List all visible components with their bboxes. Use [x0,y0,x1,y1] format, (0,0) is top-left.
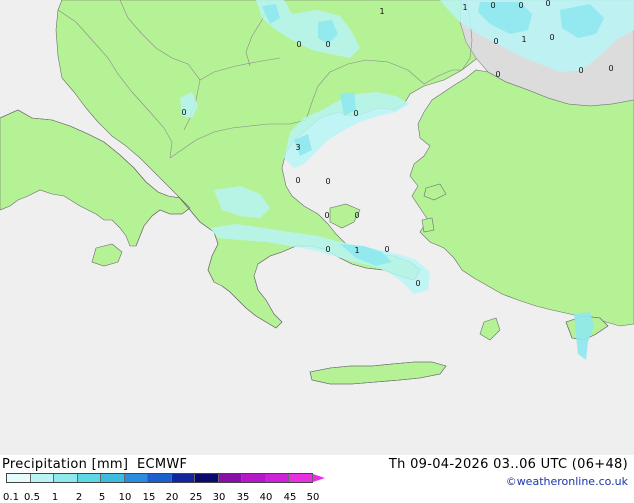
point-value: 1 [521,35,526,44]
point-value: 0 [325,40,330,49]
scale-swatch [7,474,31,482]
point-value: 0 [353,109,358,118]
precipitation-map: 1 1 0 0 0 1 0 0 0 0 0 0 0 0 0 3 0 0 0 0 … [0,0,634,455]
point-value: 0 [549,33,554,42]
scale-label: 50 [306,492,320,503]
island-chios [421,217,435,233]
point-value: 0 [354,211,359,220]
scale-label: 0.5 [24,492,40,503]
color-scale: 0.1 0.5 1 2 5 10 15 20 25 30 35 40 45 50 [3,473,325,503]
scale-swatch [77,474,101,482]
point-value: 0 [295,176,300,185]
scale-label: 40 [259,492,273,503]
point-value: 1 [379,7,384,16]
point-value: 0 [181,108,186,117]
point-value: 0 [545,0,550,8]
weather-map-screen: 1 1 0 0 0 1 0 0 0 0 0 0 0 0 0 3 0 0 0 0 … [0,0,634,503]
point-value: 1 [354,246,359,255]
scale-swatch [218,474,242,482]
point-value: 0 [608,64,613,73]
point-value: 0 [493,37,498,46]
scale-swatch [242,474,266,482]
scale-swatch [124,474,148,482]
scale-label: 45 [283,492,297,503]
map-title: Precipitation [mm] [2,457,129,472]
point-value: 0 [495,70,500,79]
scale-label: 1 [51,492,59,503]
model-name: ECMWF [137,457,188,472]
point-value: 3 [295,143,300,152]
scale-label: 2 [75,492,83,503]
point-value: 0 [578,66,583,75]
point-value: 0 [296,40,301,49]
point-value: 0 [325,245,330,254]
scale-swatch [171,474,195,482]
scale-label: 0.1 [3,492,19,503]
scale-label: 25 [189,492,203,503]
point-value: 0 [325,177,330,186]
map-footer: Precipitation [mm] ECMWF Th 09-04-2026 0… [0,455,634,503]
point-value: 0 [490,1,495,10]
scale-swatch [54,474,78,482]
scale-label: 30 [212,492,226,503]
point-value: 0 [384,245,389,254]
scale-swatch [101,474,125,482]
scale-arrow [312,474,325,482]
scale-swatch [30,474,54,482]
point-value: 1 [462,3,467,12]
point-value: 0 [415,279,420,288]
point-value: 0 [518,1,523,10]
scale-label: 10 [118,492,132,503]
scale-label: 15 [142,492,156,503]
scale-swatch [265,474,289,482]
scale-label: 5 [98,492,106,503]
credit-link[interactable]: ©weatheronline.co.uk [506,475,628,488]
scale-swatch [148,474,172,482]
scale-swatch [289,474,313,482]
scale-label: 20 [165,492,179,503]
valid-time: Th 09-04-2026 03..06 UTC (06+48) [388,457,628,472]
point-value: 0 [324,211,329,220]
scale-label: 35 [236,492,250,503]
scale-swatch [195,474,219,482]
